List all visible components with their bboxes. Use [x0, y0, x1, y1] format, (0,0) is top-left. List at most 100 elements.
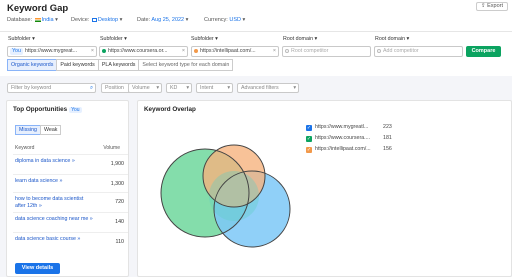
table-row: diploma in data science » 1,900 — [13, 154, 128, 174]
currency-selector[interactable]: Currency: USD ▾ — [204, 17, 245, 23]
keyword-filter-placeholder: Filter by keyword — [11, 85, 52, 91]
keyword-filter-input[interactable]: Filter by keyword ⌕ — [7, 83, 96, 93]
keyword-column-header: Keyword — [15, 145, 35, 151]
tab-paid-keywords[interactable]: Paid keywords — [56, 59, 99, 71]
top-opportunities-title: Top Opportunities You — [13, 106, 82, 113]
keyword-type-select[interactable]: Select keyword type for each domain — [138, 59, 234, 71]
top-opportunities-panel: Top Opportunities You Missing Weak Keywor… — [6, 100, 129, 277]
keyword-link[interactable]: how to become data scientist after 12th … — [15, 196, 95, 210]
database-value: India — [41, 17, 54, 23]
tab-pla-keywords[interactable]: PLA keywords — [97, 59, 140, 71]
close-icon[interactable]: × — [273, 47, 276, 56]
legend-item[interactable]: ✓ https://www.mygreatl... 223 — [306, 123, 506, 134]
advanced-filters[interactable]: Advanced filters ▾ — [237, 83, 299, 93]
chevron-down-icon: ▾ — [293, 85, 296, 91]
date-label: Date: — [137, 17, 151, 23]
domain-type-selector[interactable]: Root domain ▾ — [375, 36, 409, 42]
venn-diagram — [160, 144, 291, 248]
volume-filter[interactable]: Volume ▾ — [128, 83, 162, 93]
export-label: Export — [487, 3, 503, 9]
domain-type-label: Root domain — [375, 36, 406, 42]
table-row: how to become data scientist after 12th … — [13, 192, 128, 212]
volume-value: 1,900 — [110, 161, 124, 167]
top-opportunities-title-text: Top Opportunities — [13, 106, 68, 113]
filter-bar: Filter by keyword ⌕ Position ▾ Volume ▾ KD ▾… — [0, 78, 512, 98]
volume-value: 1,300 — [110, 181, 124, 187]
intent-filter[interactable]: Intent ▾ — [196, 83, 233, 93]
tab-weak[interactable]: Weak — [39, 125, 62, 135]
empty-dot-icon — [377, 48, 381, 53]
domain-input-intellipaat[interactable]: https://intellipaat.com/... × — [191, 46, 279, 57]
you-badge: You — [69, 107, 82, 113]
legend-item[interactable]: ✓ https://intellipaat.com/... 156 — [306, 145, 506, 156]
top-bar: Keyword Gap ⇪ Export Database: India ▾ D… — [0, 0, 512, 31]
intent-label: Intent — [200, 85, 214, 91]
position-label: Position — [105, 85, 124, 91]
competitor-placeholder: Root competitor — [291, 48, 329, 54]
empty-dot-icon — [285, 48, 289, 53]
keyword-link[interactable]: data science coaching near me » — [15, 216, 95, 223]
close-icon[interactable]: × — [182, 47, 185, 56]
green-dot-icon — [102, 48, 106, 53]
legend-url: https://intellipaat.com/... — [315, 146, 371, 152]
export-button[interactable]: ⇪ Export — [475, 2, 508, 11]
keyword-overlap-title: Keyword Overlap — [144, 106, 196, 113]
missing-weak-tabs: Missing Weak — [15, 125, 62, 135]
legend-url: https://www.mygreatl... — [315, 124, 369, 130]
kd-label: KD — [170, 85, 178, 91]
search-icon[interactable]: ⌕ — [90, 84, 93, 92]
keyword-link[interactable]: data science basic course » — [15, 236, 95, 243]
view-details-button[interactable]: View details — [15, 263, 60, 274]
domain-type-selector[interactable]: Subfolder ▾ — [8, 36, 35, 42]
overlap-legend: ✓ https://www.mygreatl... 223 ✓ https://… — [306, 123, 506, 156]
chevron-down-icon: ▾ — [156, 85, 159, 91]
device-selector[interactable]: Device: Desktop ▾ — [71, 17, 122, 23]
tab-missing[interactable]: Missing — [15, 125, 41, 135]
domain-value: https://intellipaat.com/... — [200, 48, 256, 54]
close-icon[interactable]: × — [91, 47, 94, 56]
currency-value: USD — [229, 17, 241, 23]
volume-value: 110 — [115, 239, 124, 245]
domain-value: https://www.mygreat... — [24, 48, 78, 54]
you-badge: You — [10, 48, 23, 55]
competitor-input[interactable]: Add competitor — [374, 46, 463, 57]
legend-count: 156 — [383, 146, 392, 152]
domain-input-you[interactable]: You https://www.mygreat... × — [7, 46, 97, 57]
domain-type-label: Subfolder — [100, 36, 123, 42]
checkbox-icon[interactable]: ✓ — [306, 125, 312, 131]
domain-type-selector[interactable]: Subfolder ▾ — [100, 36, 127, 42]
domain-type-selector[interactable]: Root domain ▾ — [283, 36, 317, 42]
database-selector[interactable]: Database: India ▾ — [7, 17, 58, 23]
compare-button[interactable]: Compare — [466, 46, 501, 57]
keyword-type-tabs: Organic keywords Paid keywords PLA keywo… — [7, 59, 234, 71]
volume-label: Volume — [132, 85, 150, 91]
table-row: data science basic course » 110 — [13, 232, 128, 254]
volume-value: 720 — [115, 199, 124, 205]
domain-value: https://www.coursera.or... — [108, 48, 168, 54]
table-row: data science coaching near me » 140 — [13, 212, 128, 232]
volume-value: 140 — [115, 219, 124, 225]
desktop-icon — [91, 17, 97, 22]
advanced-filters-label: Advanced filters — [241, 85, 279, 91]
checkbox-icon[interactable]: ✓ — [306, 147, 312, 153]
date-value: Aug 25, 2022 — [151, 17, 185, 23]
table-row: learn data science » 1,300 — [13, 174, 128, 192]
device-value: Desktop — [97, 17, 119, 23]
india-flag-icon — [34, 17, 41, 22]
kd-filter[interactable]: KD ▾ — [166, 83, 192, 93]
keyword-link[interactable]: diploma in data science » — [15, 158, 95, 165]
tab-organic-keywords[interactable]: Organic keywords — [7, 59, 58, 71]
chevron-down-icon: ▾ — [227, 85, 230, 91]
date-selector[interactable]: Date: Aug 25, 2022 ▾ — [137, 17, 188, 23]
domain-type-selector[interactable]: Subfolder ▾ — [191, 36, 218, 42]
competitor-input[interactable]: Root competitor — [282, 46, 371, 57]
legend-item[interactable]: ✓ https://www.coursera.... 181 — [306, 134, 506, 145]
domain-type-label: Subfolder — [191, 36, 214, 42]
legend-url: https://www.coursera.... — [315, 135, 371, 141]
device-label: Device: — [71, 17, 90, 23]
keyword-link[interactable]: learn data science » — [15, 178, 95, 185]
checkbox-icon[interactable]: ✓ — [306, 136, 312, 142]
domain-input-coursera[interactable]: https://www.coursera.or... × — [99, 46, 188, 57]
domain-type-label: Root domain — [283, 36, 314, 42]
page-title: Keyword Gap — [7, 3, 69, 14]
